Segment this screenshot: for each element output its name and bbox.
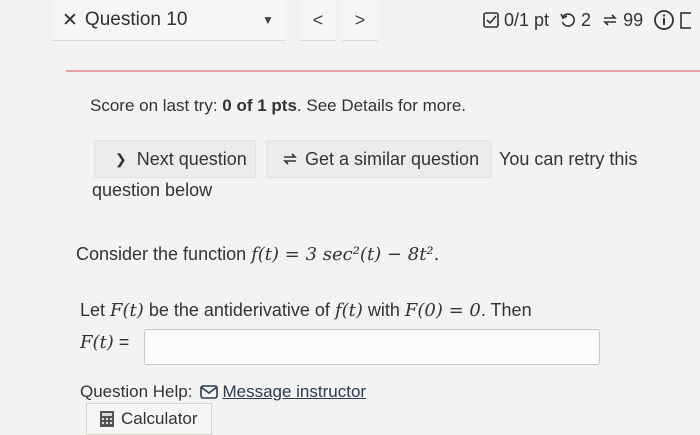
similar-question-label: Get a similar question bbox=[305, 148, 480, 169]
score-value: 0 of 1 pts bbox=[222, 96, 297, 115]
let-text-2: be the antiderivative of bbox=[143, 300, 335, 320]
prev-icon: < bbox=[312, 9, 324, 30]
next-question-button[interactable]: ❯ Next question bbox=[94, 140, 256, 178]
answer-label-math: F(t) bbox=[80, 332, 114, 353]
next-question-label: Next question bbox=[136, 148, 247, 169]
calculator-label: Calculator bbox=[121, 409, 198, 428]
let-text-4: . Then bbox=[480, 300, 532, 320]
antiderivative-statement: Let F(t) be the antiderivative of f(t) w… bbox=[80, 300, 532, 321]
let-text: Let bbox=[80, 300, 111, 320]
prev-question-button[interactable]: < bbox=[300, 0, 336, 41]
question-help: Question Help: Message instructor bbox=[80, 382, 366, 402]
info-icon[interactable] bbox=[653, 9, 675, 31]
help-label: Question Help: bbox=[80, 382, 193, 401]
close-icon[interactable]: ✕ bbox=[62, 9, 78, 32]
document-icon[interactable] bbox=[679, 10, 692, 30]
similar-icon bbox=[603, 14, 617, 26]
similar-question-icon bbox=[283, 153, 297, 165]
retry-note-line1: You can retry this bbox=[499, 149, 638, 169]
score-summary: Score on last try: 0 of 1 pts. See Detai… bbox=[90, 96, 466, 116]
question-selector[interactable]: ✕ Question 10 ▼ bbox=[52, 0, 286, 41]
calculator-icon bbox=[100, 411, 114, 427]
message-instructor-link[interactable]: Message instructor bbox=[222, 382, 366, 402]
dropdown-caret-icon: ▼ bbox=[262, 13, 274, 27]
score-suffix: . See Details for more. bbox=[296, 96, 467, 115]
next-question-arrow-button[interactable]: > bbox=[342, 0, 378, 41]
let-text-3: with bbox=[362, 300, 405, 320]
answer-input[interactable] bbox=[144, 329, 600, 365]
mail-icon bbox=[200, 385, 219, 399]
retry-icon bbox=[560, 13, 575, 27]
checkbox-icon bbox=[483, 12, 499, 28]
calculator-button[interactable]: Calculator bbox=[86, 403, 212, 435]
F-of-t: F(t) bbox=[110, 300, 144, 321]
next-icon: > bbox=[354, 9, 366, 30]
similar-count: 99 bbox=[623, 9, 644, 30]
answer-label: F(t) = bbox=[80, 332, 129, 353]
retry-note-line2: question below bbox=[92, 180, 213, 200]
top-bar: ✕ Question 10 ▼ < > 0/1 pt 2 99 bbox=[0, 0, 700, 44]
points-text: 0/1 pt bbox=[504, 9, 550, 30]
score-prefix: Score on last try: bbox=[90, 96, 223, 115]
chevron-right-icon: ❯ bbox=[115, 150, 127, 167]
initial-condition: F(0) = 0 bbox=[404, 300, 481, 321]
f-of-t: f(t) bbox=[334, 300, 363, 321]
similar-question-button[interactable]: Get a similar question bbox=[266, 140, 492, 178]
accent-divider bbox=[66, 70, 700, 72]
question-statement: Consider the function f(t) = 3 sec²(t) −… bbox=[76, 244, 439, 265]
consider-text: Consider the function bbox=[76, 244, 252, 264]
answer-label-eq: = bbox=[113, 332, 130, 352]
function-expression: f(t) = 3 sec²(t) − 8t². bbox=[251, 244, 440, 265]
attempts-count: 2 bbox=[581, 9, 592, 30]
question-meta: 0/1 pt 2 99 bbox=[482, 4, 695, 36]
question-label: Question 10 bbox=[84, 9, 188, 30]
